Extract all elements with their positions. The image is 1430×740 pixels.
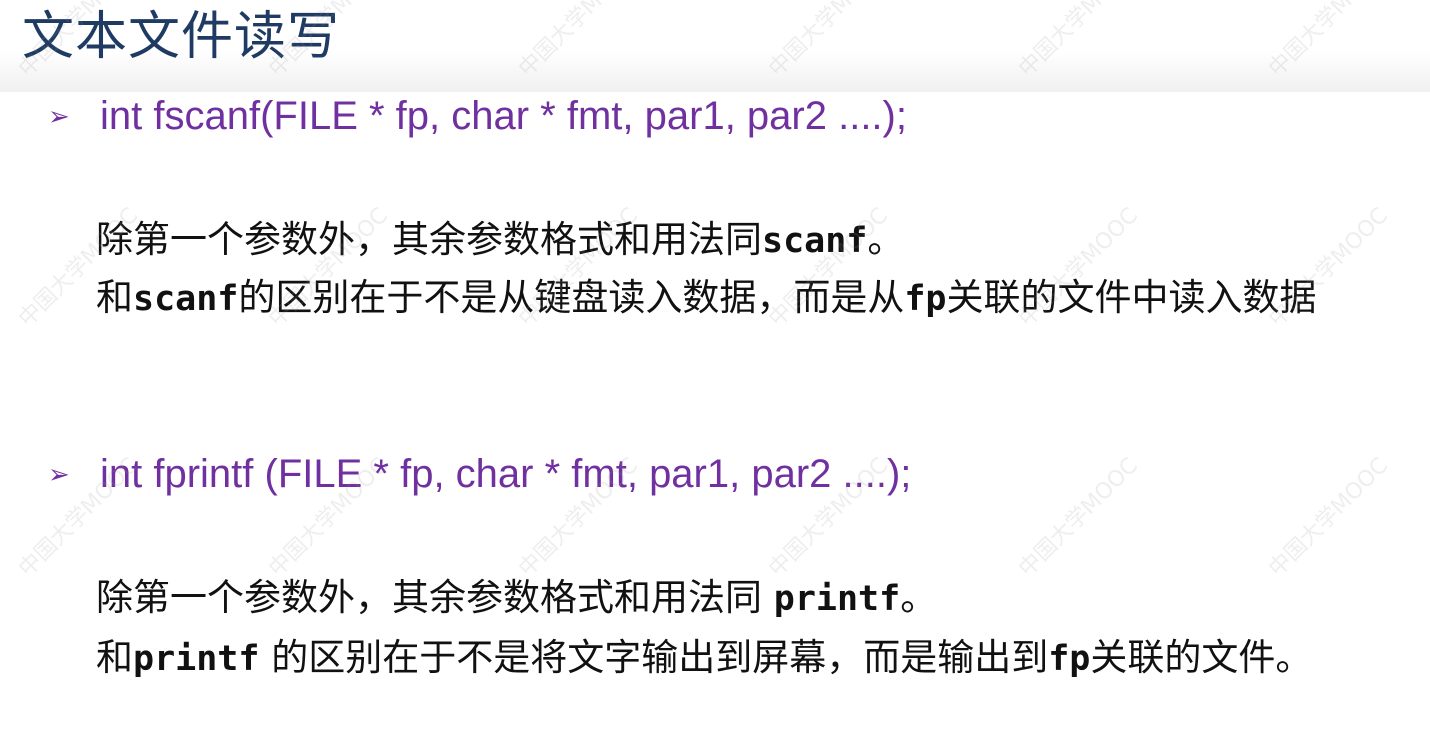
- fprintf-description-2: 和printf 的区别在于不是将文字输出到屏幕，而是输出到fp关联的文件。: [44, 630, 1354, 687]
- fscanf-desc2-text-c: 关联的文件中读入数据: [946, 276, 1317, 319]
- fscanf-desc1-end: 。: [867, 218, 905, 261]
- page-title: 文本文件读写: [22, 7, 341, 67]
- fscanf-desc2-code-a: scanf: [133, 279, 239, 319]
- fscanf-signature: int fscanf(FILE * fp, char * fmt, par1, …: [100, 94, 907, 138]
- fprintf-desc1-end: 。: [900, 576, 938, 619]
- fscanf-desc2-code-b: fp: [904, 279, 947, 319]
- watermark-text: 中国大学MOOC: [1014, 453, 1143, 582]
- fscanf-desc1-code: scanf: [762, 221, 868, 261]
- fprintf-desc2-text-c: 关联的文件。: [1090, 636, 1313, 679]
- fscanf-desc2-text-a: 和: [96, 276, 133, 319]
- slide: 文本文件读写 ➢ int fscanf(FILE * fp, char * fmt…: [0, 0, 1430, 740]
- fprintf-desc1-text: 除第一个参数外，其余参数格式和用法同: [96, 576, 774, 619]
- arrow-bullet-icon: ➢: [48, 101, 70, 131]
- arrow-bullet-icon: ➢: [48, 459, 70, 489]
- fscanf-desc1-text: 除第一个参数外，其余参数格式和用法同: [96, 218, 762, 261]
- fscanf-description-2: 和scanf的区别在于不是从键盘读入数据，而是从fp关联的文件中读入数据: [44, 270, 1389, 327]
- fprintf-desc2-text-b: 的区别在于不是将文字输出到屏幕，而是输出到: [259, 636, 1049, 679]
- fscanf-description-1: 除第一个参数外，其余参数格式和用法同scanf。: [44, 212, 1384, 269]
- fprintf-desc1-code: printf: [773, 579, 901, 619]
- fprintf-signature-line: ➢ int fprintf (FILE * fp, char * fmt, par…: [48, 444, 911, 504]
- fprintf-desc2-code-b: fp: [1048, 639, 1091, 679]
- fscanf-signature-line: ➢ int fscanf(FILE * fp, char * fmt, par1,…: [48, 86, 907, 146]
- fprintf-signature: int fprintf (FILE * fp, char * fmt, par1…: [100, 452, 912, 496]
- fscanf-desc2-text-b: 的区别在于不是从键盘读入数据，而是从: [238, 276, 905, 319]
- fprintf-desc2-text-a: 和: [96, 636, 133, 679]
- watermark-text: 中国大学MOOC: [1264, 453, 1393, 582]
- fprintf-desc2-code-a: printf: [133, 639, 260, 679]
- fprintf-description-1: 除第一个参数外，其余参数格式和用法同 printf。: [44, 570, 1384, 627]
